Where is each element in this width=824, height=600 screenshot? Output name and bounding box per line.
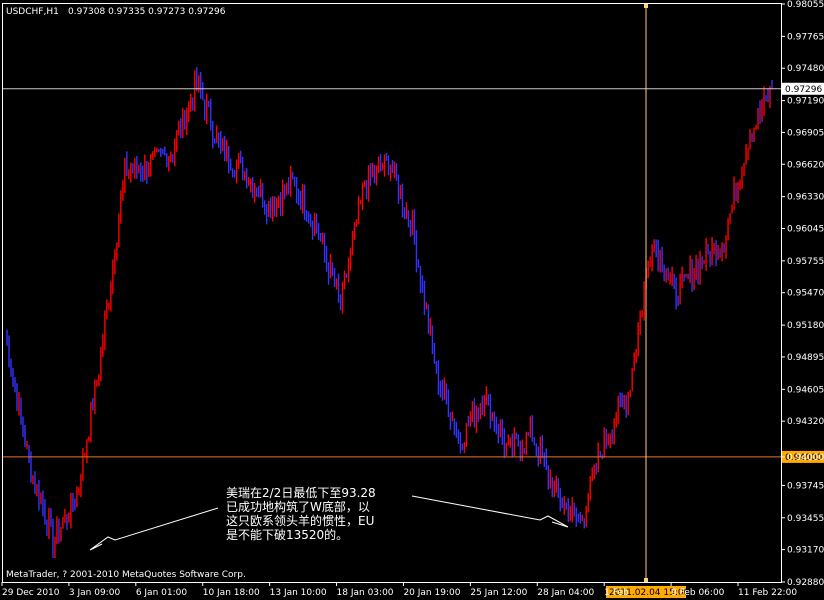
current-price-label: 0.97296 — [785, 85, 822, 95]
y-tick-label: 0.94000 — [787, 453, 824, 463]
annotation-line-3: 这只欧系领头羊的惯性，EU — [226, 513, 374, 528]
y-tick-label: 0.93170 — [787, 546, 824, 556]
y-tick-label: 0.97765 — [787, 32, 824, 42]
reference-lines: 0.940000.972962011.02.04 15:00 — [3, 4, 824, 598]
y-tick-label: 0.93455 — [787, 514, 824, 524]
x-tick-label: 20 Jan 19:00 — [403, 588, 460, 598]
annotation-pointer-right — [411, 495, 569, 528]
y-tick-label: 0.96330 — [787, 193, 824, 203]
y-tick-label: 0.94895 — [787, 353, 824, 363]
x-tick-label: 9 Feb 06:00 — [671, 588, 725, 598]
y-tick-label: 0.96905 — [787, 128, 824, 138]
x-axis-ticks: 29 Dec 2010 3 Jan 09:00 6 Jan 01:00 10 Jan … — [1, 582, 797, 598]
y-tick-label: 0.94605 — [787, 385, 824, 395]
x-tick-label: 3 Jan 09:00 — [69, 588, 121, 598]
y-tick-label: 0.98055 — [787, 0, 824, 10]
plot-frame — [2, 3, 782, 583]
crosshair-bottom-handle[interactable] — [644, 578, 648, 582]
annotation-pointer-left — [89, 507, 219, 551]
price-chart: 0.940000.972962011.02.04 15:00 0.980550.… — [1, 0, 824, 598]
annotation-line-2: 已成功地构筑了W底部，以 — [226, 499, 370, 514]
annotation: 美瑞在2/2日最低下至93.28 已成功地构筑了W底部，以 这只欧系领头羊的惯性… — [89, 486, 569, 551]
y-tick-label: 0.92880 — [787, 578, 824, 588]
chart-header-ohlc: 0.97308 0.97335 0.97273 0.97296 — [68, 7, 226, 17]
y-tick-label: 0.95755 — [787, 257, 824, 267]
x-tick-label: 18 Jan 03:00 — [337, 588, 394, 598]
y-tick-label: 0.94320 — [787, 417, 824, 427]
axes — [2, 3, 782, 583]
y-tick-label: 0.95180 — [787, 321, 824, 331]
x-tick-label: 1 Feb — [604, 588, 629, 598]
crosshair-top-handle[interactable] — [644, 4, 648, 8]
y-tick-label: 0.96045 — [787, 224, 824, 234]
x-tick-label: 10 Jan 18:00 — [203, 588, 260, 598]
x-tick-label: 6 Jan 01:00 — [136, 588, 188, 598]
plot-area — [6, 67, 773, 558]
annotation-line-1: 美瑞在2/2日最低下至93.28 — [226, 486, 376, 500]
annotation-line-4: 是不能下破13520的。 — [226, 527, 348, 542]
chart-header-symbol: USDCHF,H1 — [6, 7, 59, 17]
x-tick-label: 29 Dec 2010 — [2, 588, 60, 598]
x-tick-label: 25 Jan 12:00 — [470, 588, 527, 598]
x-tick-label: 11 Feb 22:00 — [738, 588, 797, 598]
x-tick-label: 13 Jan 10:00 — [270, 588, 327, 598]
y-tick-label: 0.93745 — [787, 481, 824, 491]
y-tick-label: 0.95470 — [787, 289, 824, 299]
y-tick-label: 0.97480 — [787, 64, 824, 74]
y-tick-label: 0.97190 — [787, 97, 824, 107]
copyright-text: MetaTrader, ? 2001-2010 MetaQuotes Softw… — [6, 570, 246, 580]
y-tick-label: 0.96620 — [787, 160, 824, 170]
x-tick-label: 28 Jan 04:00 — [537, 588, 594, 598]
